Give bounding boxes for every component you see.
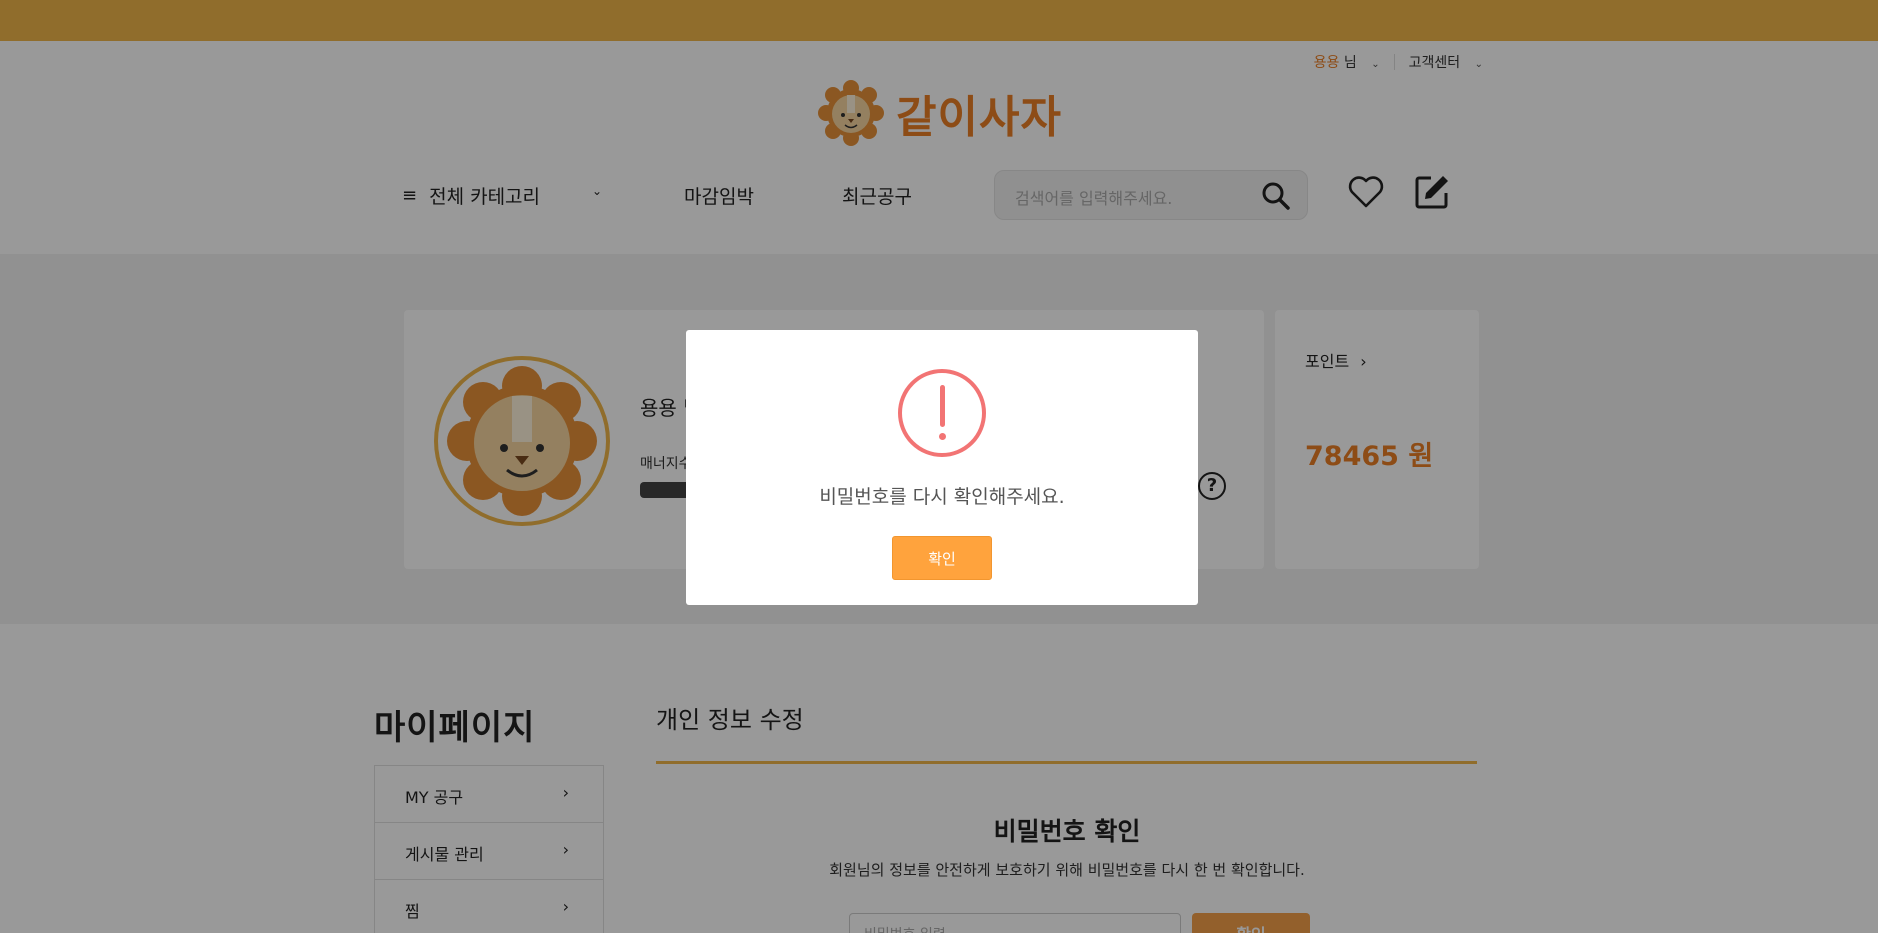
alert-message: 비밀번호를 다시 확인해주세요. bbox=[819, 486, 1065, 508]
warning-icon-dot bbox=[939, 433, 946, 440]
alert-dialog: 비밀번호를 다시 확인해주세요. 확인 bbox=[686, 330, 1198, 605]
warning-icon bbox=[898, 369, 986, 457]
ok-button[interactable]: 확인 bbox=[892, 536, 992, 580]
warning-icon-bar bbox=[940, 385, 945, 427]
